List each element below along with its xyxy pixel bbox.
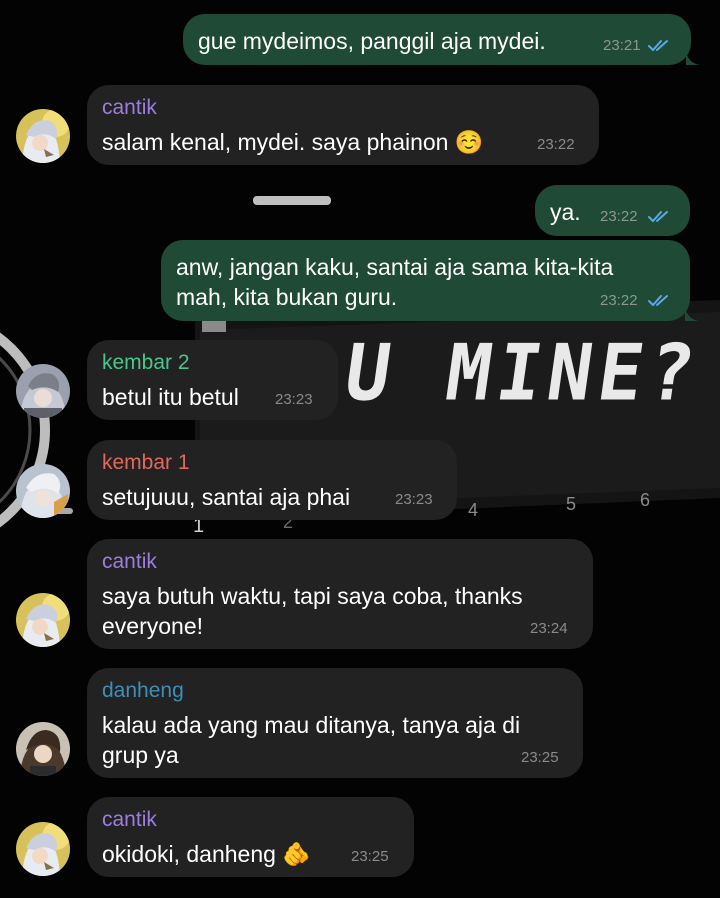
read-double-tick-icon [648, 40, 668, 52]
sender-name: danheng [102, 679, 184, 702]
message-time: 23:23 [395, 491, 433, 508]
incoming-message[interactable]: kembar 1 setujuuu, santai aja phai 23:23 [87, 440, 457, 520]
message-text-line: anw, jangan kaku, santai aja sama kita-k… [176, 254, 614, 280]
incoming-message[interactable]: cantik salam kenal, mydei. saya phainon … [87, 85, 599, 165]
message-time: 23:24 [530, 620, 568, 637]
message-time: 23:22 [537, 136, 575, 153]
anime-avatar-icon [16, 822, 70, 876]
message-time: 23:22 [600, 208, 638, 225]
avatar[interactable] [16, 593, 70, 647]
outgoing-message[interactable]: anw, jangan kaku, santai aja sama kita-k… [161, 240, 690, 321]
message-time: 23:21 [603, 37, 641, 54]
avatar[interactable] [16, 109, 70, 163]
anime-avatar-icon [16, 109, 70, 163]
message-text-line: everyone! [102, 613, 204, 639]
message-text: setujuuu, santai aja phai [102, 484, 351, 510]
sender-name: cantik [102, 808, 157, 831]
wallpaper-digit: 4 [468, 500, 479, 520]
read-double-tick-icon [648, 211, 668, 223]
sender-name: cantik [102, 550, 157, 573]
incoming-message[interactable]: cantik saya butuh waktu, tapi saya coba,… [87, 539, 593, 649]
avatar[interactable] [16, 722, 70, 776]
avatar[interactable] [16, 464, 70, 518]
wallpaper-digit: 6 [640, 490, 651, 510]
incoming-message[interactable]: danheng kalau ada yang mau ditanya, tany… [87, 668, 583, 778]
outgoing-message[interactable]: ya. 23:22 [535, 185, 690, 236]
message-time: 23:25 [521, 749, 559, 766]
anime-avatar-icon [16, 464, 70, 518]
read-double-tick-icon [648, 295, 668, 307]
avatar[interactable] [16, 364, 70, 418]
wallpaper-text: U MINE? [339, 328, 706, 419]
bubble-tail [685, 307, 699, 321]
message-text-line: grup ya [102, 742, 179, 768]
message-time: 23:22 [600, 292, 638, 309]
message-text-line: kalau ada yang mau ditanya, tanya aja di [102, 712, 521, 738]
avatar[interactable] [16, 822, 70, 876]
outgoing-message[interactable]: gue mydeimos, panggil aja mydei. 23:21 [183, 14, 691, 65]
sender-name: cantik [102, 96, 157, 119]
anime-avatar-icon [16, 722, 70, 776]
wallpaper-digit: 5 [566, 494, 577, 514]
incoming-message[interactable]: cantik okidoki, danheng 🫵 23:25 [87, 797, 414, 877]
message-time: 23:25 [351, 848, 389, 865]
sender-name: kembar 1 [102, 451, 190, 474]
anime-avatar-icon [16, 364, 70, 418]
message-text: salam kenal, mydei. saya phainon ☺️ [102, 129, 484, 155]
sender-name: kembar 2 [102, 351, 190, 374]
message-text-line: saya butuh waktu, tapi saya coba, thanks [102, 583, 523, 609]
incoming-message[interactable]: kembar 2 betul itu betul 23:23 [87, 340, 338, 420]
message-time: 23:23 [275, 391, 313, 408]
anime-avatar-icon [16, 593, 70, 647]
bubble-tail [686, 51, 700, 65]
